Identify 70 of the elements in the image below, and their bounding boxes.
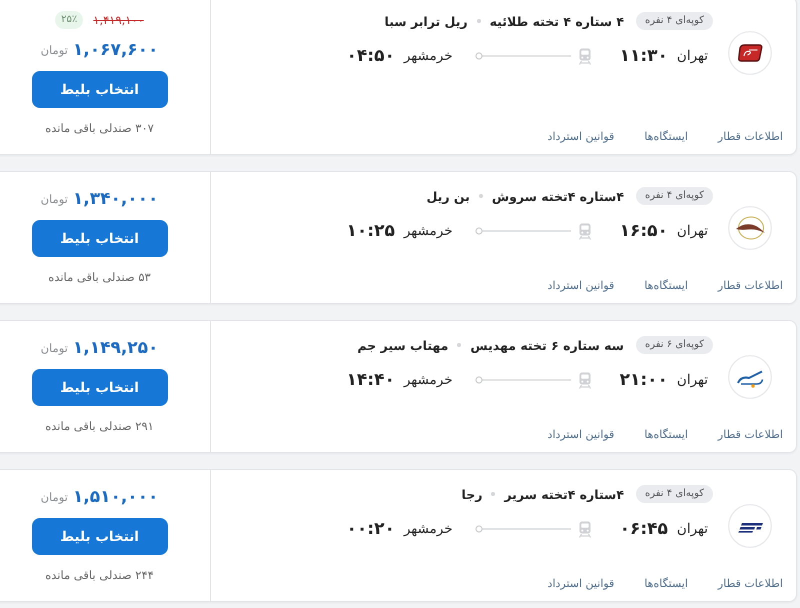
refund-rules-link[interactable]: قوانین استرداد <box>548 278 614 294</box>
seats-remaining: ۲۹۱ صندلی باقی مانده <box>45 418 154 434</box>
currency-label: تومان <box>40 192 68 206</box>
train-info-link[interactable]: اطلاعات قطار <box>718 576 783 592</box>
seats-remaining: ۳۰۷ صندلی باقی مانده <box>45 120 154 136</box>
ticket-price: ۱,۱۴۹,۲۵۰ <box>72 338 158 358</box>
company-logo-icon <box>728 31 772 75</box>
origin-city: تهران <box>676 520 708 537</box>
separator-dot-icon <box>476 19 481 23</box>
company-logo-icon <box>728 206 772 250</box>
currency-label: تومان <box>40 490 68 504</box>
ticket-price: ۱,۵۱۰,۰۰۰ <box>72 487 158 507</box>
train-info-link[interactable]: اطلاعات قطار <box>718 129 783 145</box>
train-icon <box>578 48 592 64</box>
arrival-time: ۰۴:۵۰ <box>346 45 395 66</box>
departure-time: ۱۱:۳۰ <box>620 45 668 66</box>
separator-dot-icon <box>478 194 483 198</box>
refund-rules-link[interactable]: قوانین استرداد <box>548 129 614 145</box>
departure-time: ۱۶:۵۰ <box>620 220 668 241</box>
origin-city: تهران <box>676 222 708 239</box>
stations-link[interactable]: ایستگاه‌ها <box>644 129 688 145</box>
arrival-time: ۱۰:۲۵ <box>346 220 395 241</box>
separator-dot-icon <box>491 492 496 496</box>
rail-company: رجا <box>462 486 482 502</box>
company-logo-icon <box>728 504 772 548</box>
stations-link[interactable]: ایستگاه‌ها <box>644 427 688 443</box>
destination-city: خرمشهر <box>404 520 453 537</box>
train-icon <box>578 222 592 240</box>
discount-badge: ۲۵٪ <box>55 11 84 29</box>
separator-dot-icon <box>457 343 462 347</box>
select-ticket-button[interactable]: انتخاب بلیط <box>32 71 168 108</box>
origin-city: تهران <box>676 47 708 64</box>
currency-label: تومان <box>40 43 68 57</box>
train-icon <box>578 372 592 388</box>
refund-rules-link[interactable]: قوانین استرداد <box>548 576 614 592</box>
rail-company: مهتاب سیر جم <box>357 338 448 352</box>
train-info-link[interactable]: اطلاعات قطار <box>718 278 783 294</box>
origin-city: تهران <box>676 371 708 388</box>
compartment-badge: کوپه‌ای ۴ نفره <box>636 187 713 205</box>
ticket-price: ۱,۰۶۷,۶۰۰ <box>72 40 158 60</box>
currency-label: تومان <box>40 341 68 355</box>
stations-link[interactable]: ایستگاه‌ها <box>644 576 688 592</box>
select-ticket-button[interactable]: انتخاب بلیط <box>32 369 168 406</box>
seats-remaining: ۲۴۴ صندلی باقی مانده <box>45 567 154 583</box>
destination-city: خرمشهر <box>404 222 453 239</box>
departure-time: ۰۶:۴۵ <box>620 518 668 539</box>
rail-company: بن ریل <box>426 188 470 204</box>
train-name: ۴ستاره ۴تخته سروش <box>492 188 624 204</box>
select-ticket-button[interactable]: انتخاب بلیط <box>32 220 168 257</box>
seats-remaining: ۵۳ صندلی باقی مانده <box>48 269 151 285</box>
destination-city: خرمشهر <box>404 371 453 388</box>
old-price: ۱,۴۱۹,۱۰۰ <box>93 13 144 27</box>
refund-rules-link[interactable]: قوانین استرداد <box>548 427 614 443</box>
train-info-link[interactable]: اطلاعات قطار <box>718 427 783 443</box>
train-icon <box>578 520 592 538</box>
stations-link[interactable]: ایستگاه‌ها <box>644 278 688 294</box>
destination-city: خرمشهر <box>404 47 453 64</box>
ticket-price: ۱,۳۴۰,۰۰۰ <box>72 189 158 209</box>
compartment-badge: کوپه‌ای ۴ نفره <box>636 12 713 30</box>
rail-company: ریل ترابر سبا <box>384 14 468 28</box>
company-logo-icon <box>728 355 772 399</box>
compartment-badge: کوپه‌ای ۴ نفره <box>636 485 713 503</box>
train-name: سه ستاره ۶ تخته مهدیس <box>470 338 624 352</box>
train-name: ۴ ستاره ۴ تخته طلائیه <box>490 14 624 28</box>
departure-time: ۲۱:۰۰ <box>620 369 668 390</box>
select-ticket-button[interactable]: انتخاب بلیط <box>32 518 168 555</box>
compartment-badge: کوپه‌ای ۶ نفره <box>636 336 713 354</box>
arrival-time: ۰۰:۲۰ <box>346 518 395 539</box>
arrival-time: ۱۴:۴۰ <box>346 369 395 390</box>
train-name: ۴ستاره ۴تخته سریر <box>504 486 624 502</box>
